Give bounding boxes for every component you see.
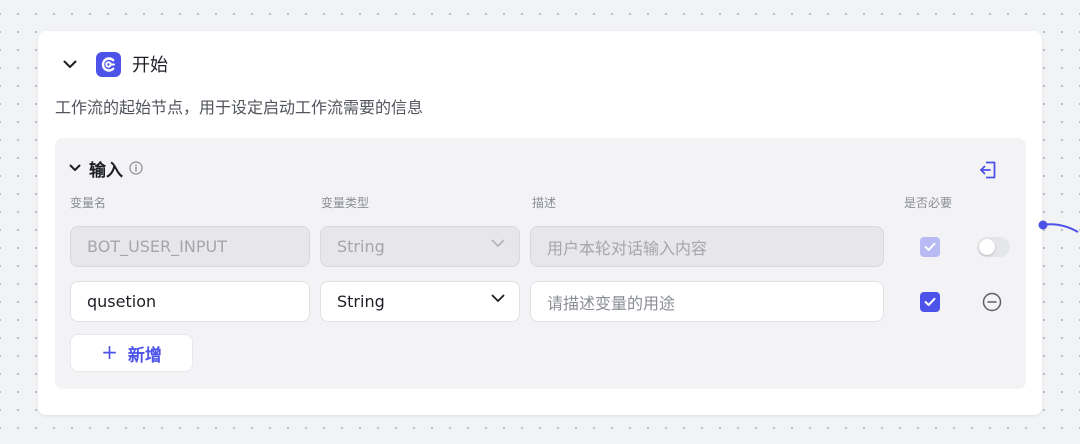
variable-name-field: BOT_USER_INPUT <box>70 226 310 267</box>
variable-name-field[interactable]: qusetion <box>70 281 310 322</box>
variable-description-field: 用户本轮对话输入内容 <box>530 226 884 267</box>
variable-name-value: BOT_USER_INPUT <box>87 237 227 256</box>
input-title: 输入 <box>89 160 123 181</box>
column-header-type: 变量类型 <box>321 196 370 210</box>
variable-type-value: String <box>337 237 385 256</box>
input-panel-header[interactable]: 输入 <box>69 156 143 181</box>
node-title: 开始 <box>132 55 168 76</box>
required-checkbox <box>920 237 940 257</box>
output-port-connector[interactable] <box>1038 220 1080 244</box>
chevron-down-icon[interactable] <box>60 54 80 74</box>
variable-description-value: 用户本轮对话输入内容 <box>547 238 708 258</box>
node-header: 开始 <box>60 50 168 78</box>
info-icon[interactable] <box>129 161 143 175</box>
chevron-down-icon <box>491 294 505 303</box>
required-checkbox[interactable] <box>920 292 940 312</box>
add-variable-label: 新增 <box>127 345 162 366</box>
column-header-required: 是否必要 <box>904 196 953 210</box>
exit-arrow-icon[interactable] <box>976 158 1000 182</box>
node-description: 工作流的起始节点，用于设定启动工作流需要的信息 <box>55 98 424 117</box>
column-header-desc: 描述 <box>532 196 557 210</box>
variable-description-placeholder: 请描述变量的用途 <box>547 293 676 313</box>
start-node-icon <box>96 51 121 77</box>
variable-description-field[interactable]: 请描述变量的用途 <box>530 281 884 322</box>
start-node-card[interactable]: 开始 工作流的起始节点，用于设定启动工作流需要的信息 输入 变量名 变量类型 描… <box>38 31 1042 415</box>
enable-toggle <box>977 237 1010 257</box>
variable-type-select[interactable]: String <box>320 281 520 322</box>
variable-name-value: qusetion <box>87 292 157 311</box>
toggle-knob <box>979 239 995 255</box>
variable-type-value: String <box>337 292 385 311</box>
column-header-name: 变量名 <box>70 196 107 210</box>
add-variable-button[interactable]: + 新增 <box>70 334 193 372</box>
input-panel: 输入 变量名 变量类型 描述 是否必要 BOT_USER_INPUT Strin… <box>55 138 1026 389</box>
plus-icon: + <box>101 340 118 364</box>
variable-type-select: String <box>320 226 520 267</box>
chevron-down-icon <box>491 239 505 248</box>
minus-circle-icon[interactable] <box>981 291 1003 313</box>
chevron-down-icon[interactable] <box>69 164 81 172</box>
